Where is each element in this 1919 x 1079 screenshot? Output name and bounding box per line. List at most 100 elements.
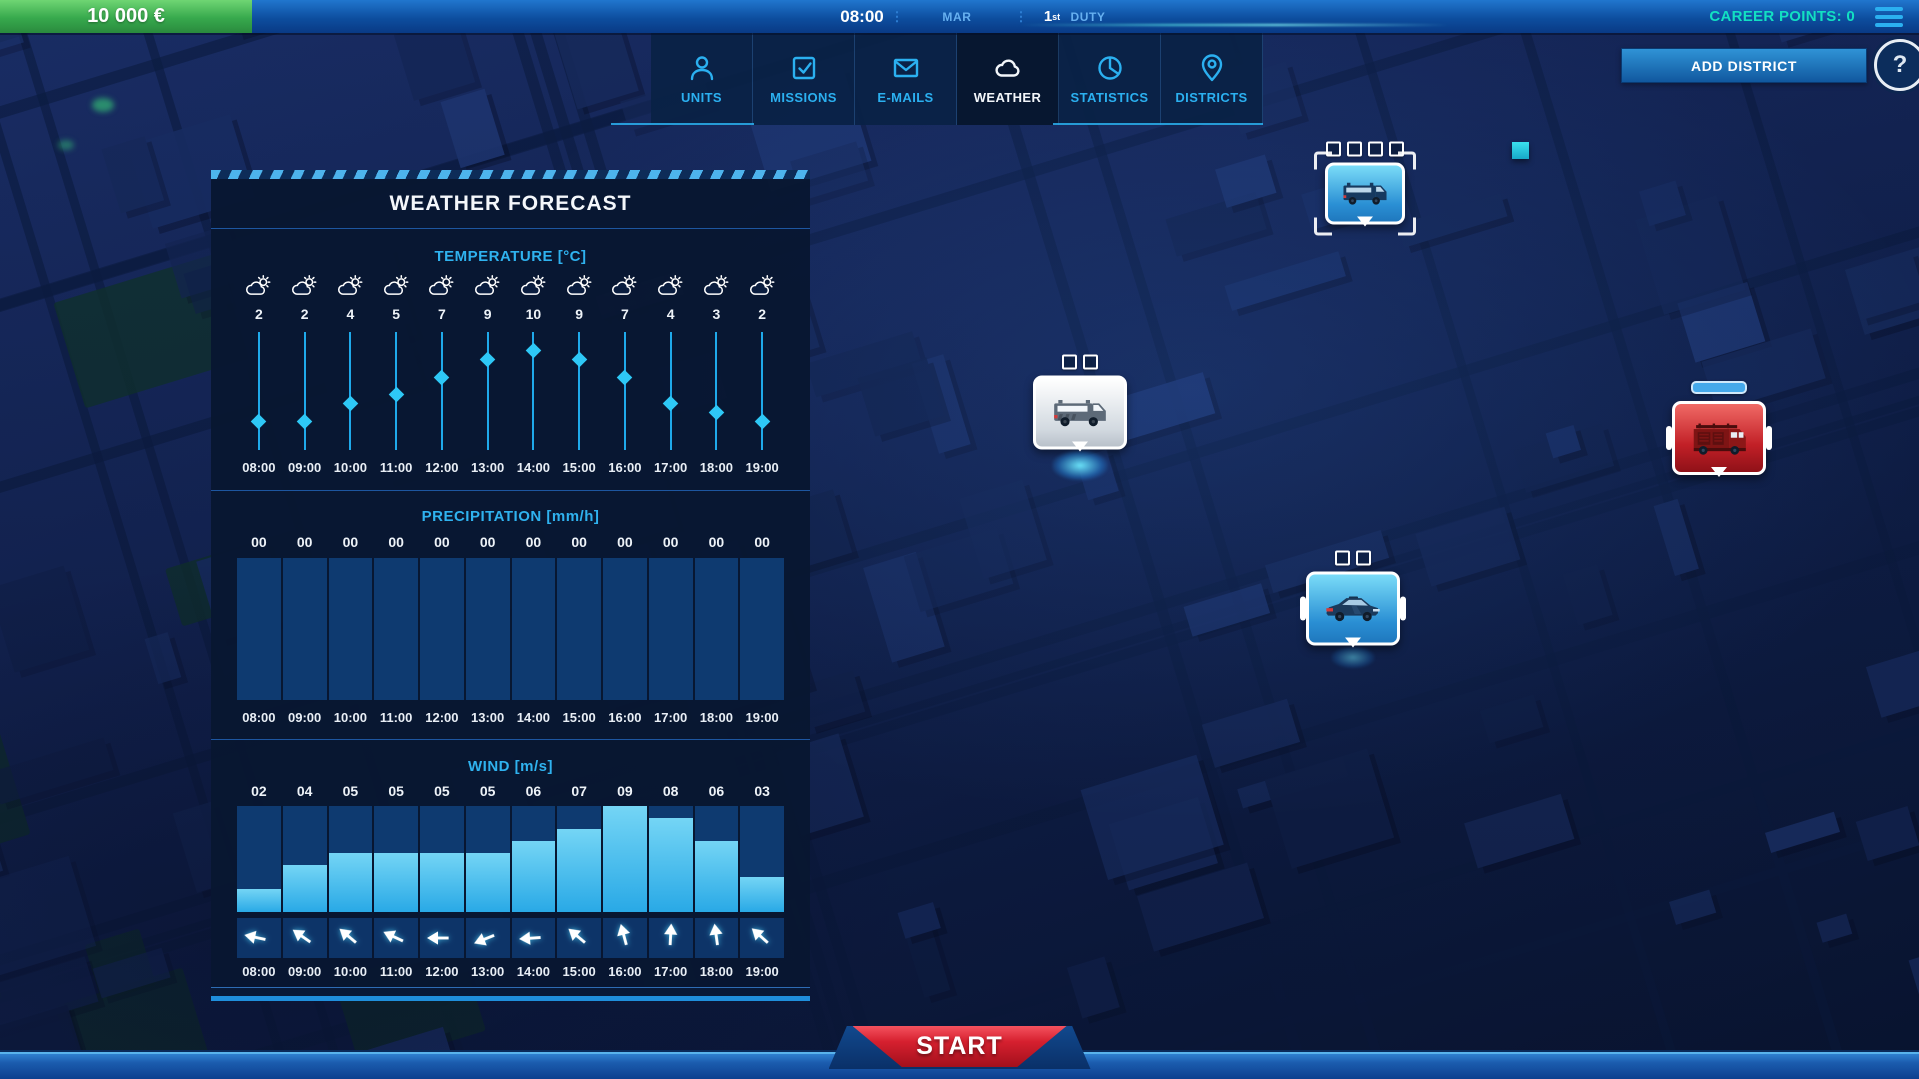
capacity-square <box>1083 355 1098 370</box>
police-van-marker[interactable] <box>1325 142 1405 225</box>
temperature-point <box>740 330 784 452</box>
time-label: 19:00 <box>740 964 784 979</box>
time-label: 09:00 <box>283 460 327 475</box>
time-label: 08:00 <box>237 964 281 979</box>
partly-cloudy-icon <box>420 274 464 297</box>
precipitation-bar <box>512 558 556 700</box>
precipitation-value: 00 <box>466 534 510 550</box>
weather-forecast-panel: WEATHER FORECAST TEMPERATURE [°C] 224579… <box>211 170 810 1001</box>
precipitation-value: 00 <box>512 534 556 550</box>
time-label: 12:00 <box>420 460 464 475</box>
tab-districts[interactable]: DISTRICTS <box>1161 33 1263 125</box>
time-label: 16:00 <box>603 460 647 475</box>
time-label: 16:00 <box>603 964 647 979</box>
tab-statistics[interactable]: STATISTICS <box>1059 33 1161 125</box>
temperature-times-row: 08:0009:0010:0011:0012:0013:0014:0015:00… <box>237 460 784 475</box>
wind-arrow-icon <box>374 918 418 958</box>
progress-pill <box>1691 381 1747 394</box>
pie-chart-icon <box>1095 53 1125 83</box>
money-display: 10 000 € <box>0 0 252 33</box>
time-label: 12:00 <box>420 964 464 979</box>
tab-weather[interactable]: WEATHER <box>957 33 1059 125</box>
wind-arrow-icon <box>283 918 327 958</box>
time-label: 19:00 <box>740 710 784 725</box>
capacity-squares <box>1326 142 1404 157</box>
police-car-marker[interactable] <box>1306 551 1400 646</box>
capacity-square <box>1335 551 1350 566</box>
divider <box>211 490 810 491</box>
add-district-button[interactable]: ADD DISTRICT <box>1621 48 1867 83</box>
time-label: 11:00 <box>374 964 418 979</box>
wind-bar <box>466 806 510 912</box>
ambulance-marker[interactable] <box>1033 355 1127 450</box>
wind-value: 07 <box>557 783 601 799</box>
temperature-point <box>512 330 556 452</box>
temperature-point <box>603 330 647 452</box>
precipitation-bar <box>557 558 601 700</box>
divider <box>211 739 810 740</box>
wind-bar <box>329 806 373 912</box>
wind-arrow-icon <box>237 918 281 958</box>
time-label: 19:00 <box>740 460 784 475</box>
precipitation-bar <box>466 558 510 700</box>
tab-units[interactable]: UNITS <box>651 33 753 125</box>
temperature-value: 7 <box>420 306 464 322</box>
capacity-square <box>1347 142 1362 157</box>
separator-dots-icon: ⋮ <box>1015 0 1028 33</box>
precipitation-bar <box>283 558 327 700</box>
temperature-point <box>374 330 418 452</box>
top-bar: 10 000 € 08:00 ⋮ MAR ⋮ 1st DUTY CAREER P… <box>0 0 1919 33</box>
time-label: 09:00 <box>283 710 327 725</box>
tab-underline <box>1053 123 1263 125</box>
wind-bar <box>557 806 601 912</box>
tab-missions[interactable]: MISSIONS <box>753 33 855 125</box>
panel-title: WEATHER FORECAST <box>211 179 810 228</box>
help-button[interactable]: ? <box>1874 39 1919 91</box>
pickup-cube-icon[interactable] <box>1512 142 1529 159</box>
green-glow-dot <box>58 140 74 150</box>
temperature-value: 4 <box>649 306 693 322</box>
tab-label: DISTRICTS <box>1175 90 1247 105</box>
envelope-icon <box>891 53 921 83</box>
panel-stripes <box>211 170 810 179</box>
wind-bar <box>695 806 739 912</box>
capacity-square <box>1062 355 1077 370</box>
menu-icon[interactable] <box>1875 7 1903 27</box>
partly-cloudy-icon <box>329 274 373 297</box>
temperature-icons-row <box>237 274 784 297</box>
partly-cloudy-icon <box>283 274 327 297</box>
day-label: 1st <box>1044 0 1060 33</box>
time-label: 10:00 <box>329 460 373 475</box>
wind-arrow-icon <box>740 918 784 958</box>
time-label: 10:00 <box>329 964 373 979</box>
tab-underline <box>611 123 754 125</box>
time-label: 15:00 <box>557 964 601 979</box>
temperature-value: 5 <box>374 306 418 322</box>
wind-arrow-icon <box>695 918 739 958</box>
time-label: 11:00 <box>374 460 418 475</box>
precipitation-bar <box>374 558 418 700</box>
person-icon <box>687 53 717 83</box>
wind-values-row: 020405050505060709080603 <box>237 783 784 799</box>
capacity-square <box>1368 142 1383 157</box>
wind-arrow-icon <box>512 918 556 958</box>
green-glow-dot <box>92 98 114 112</box>
wind-bar <box>512 806 556 912</box>
wind-value: 04 <box>283 783 327 799</box>
fire-truck-icon <box>1672 401 1766 475</box>
map-pin-icon <box>1197 53 1227 83</box>
wind-value: 02 <box>237 783 281 799</box>
tab-e-mails[interactable]: E-MAILS <box>855 33 957 125</box>
fire-truck-marker[interactable] <box>1672 381 1766 475</box>
time-label: 14:00 <box>512 460 556 475</box>
temperature-point <box>283 330 327 452</box>
separator-dots-icon: ⋮ <box>891 0 904 33</box>
partly-cloudy-icon <box>374 274 418 297</box>
temperature-point <box>329 330 373 452</box>
precipitation-bar <box>649 558 693 700</box>
partly-cloudy-icon <box>557 274 601 297</box>
wind-value: 09 <box>603 783 647 799</box>
nav-tabs: UNITSMISSIONSE-MAILSWEATHERSTATISTICS DIS… <box>651 33 1263 125</box>
wind-value: 08 <box>649 783 693 799</box>
police-van-icon <box>1325 163 1405 225</box>
